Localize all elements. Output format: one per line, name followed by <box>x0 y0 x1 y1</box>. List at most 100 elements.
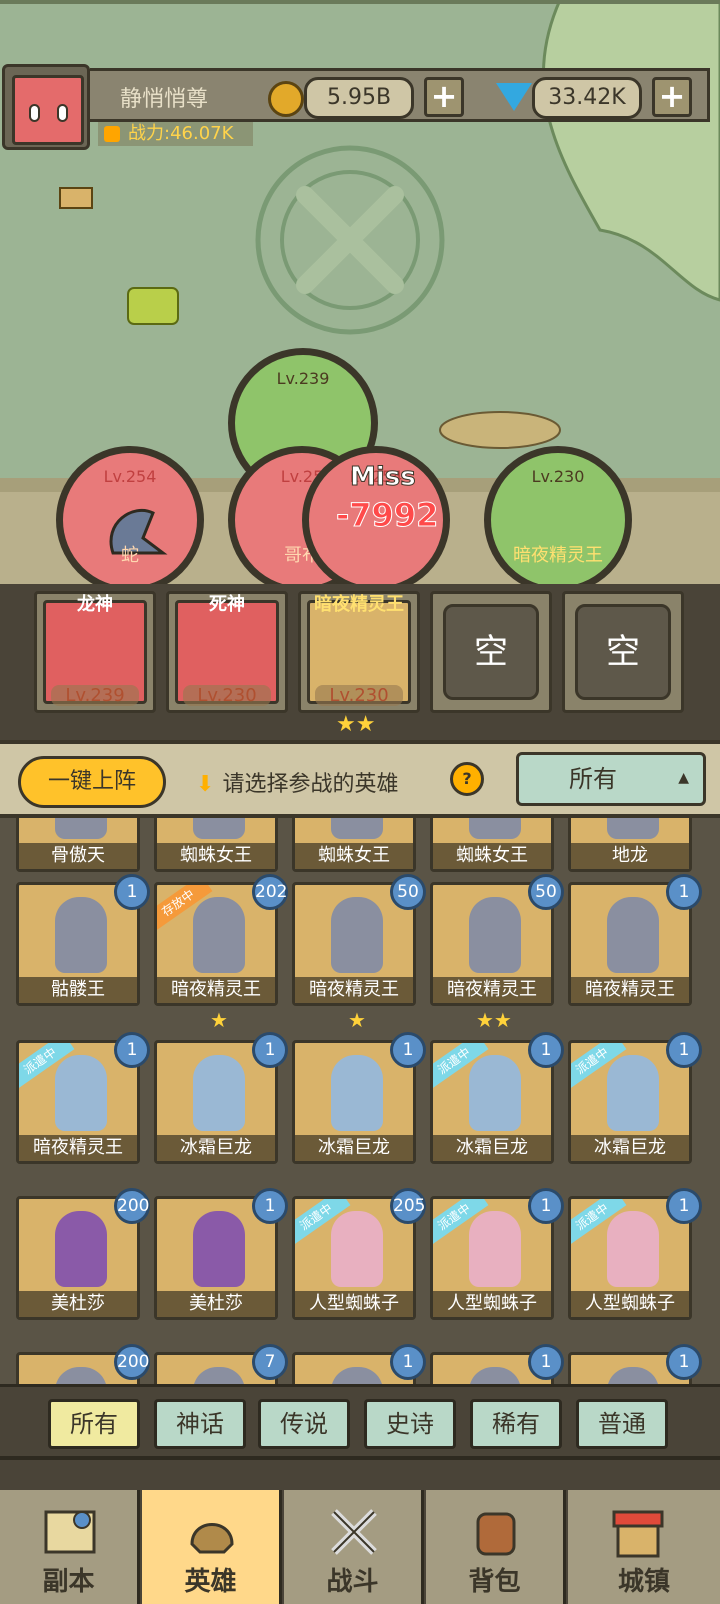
hero-name: 美杜莎 <box>19 1291 137 1317</box>
hero-name: 冰霜巨龙 <box>571 1135 689 1161</box>
arrow-down-icon: ⬇ <box>196 772 215 797</box>
power-value: 战力:46.07K <box>128 123 234 144</box>
hero-name: 人型蜘蛛子 <box>433 1291 551 1317</box>
count-badge: 1 <box>666 874 702 910</box>
player-avatar[interactable] <box>2 64 90 150</box>
hero-name: 蜘蛛女王 <box>295 843 413 869</box>
hero-figure-icon <box>193 897 245 973</box>
player-header: 静悄悄尊 5.95B + 33.42K + 战力:46.07K <box>0 62 710 150</box>
filter-value: 所有 <box>569 765 617 793</box>
count-badge: 1 <box>666 1188 702 1224</box>
hero-name: 暗夜精灵王 <box>571 977 689 1003</box>
help-icon[interactable]: ? <box>450 762 484 796</box>
nav-label: 战斗 <box>326 1567 379 1597</box>
hero-name: 暗夜精灵王 <box>433 977 551 1003</box>
slot-hero-name: 死神 <box>209 594 245 615</box>
lineup-slot-2[interactable]: 死神 Lv.230 <box>166 591 288 713</box>
rarity-tab[interactable]: 所有 <box>48 1399 140 1449</box>
rarity-tabs: 所有 神话 传说 史诗 稀有 普通 <box>0 1384 720 1456</box>
hero-name: 骨傲天 <box>19 843 137 869</box>
count-badge: 202 <box>252 874 288 910</box>
lineup-slot-1[interactable]: 龙神 Lv.239 <box>34 591 156 713</box>
nav-battle[interactable]: 战斗 <box>284 1490 424 1604</box>
lineup-slot-4[interactable]: 空 <box>430 591 552 713</box>
rarity-tab[interactable]: 稀有 <box>470 1399 562 1449</box>
empty-slot-label: 空 <box>575 604 671 700</box>
select-hero-prompt: ⬇ 请选择参战的英雄 <box>196 766 398 798</box>
hero-card[interactable]: 蜘蛛女王 <box>292 818 416 872</box>
count-badge: 1 <box>390 1032 426 1068</box>
hero-name: 人型蜘蛛子 <box>295 1291 413 1317</box>
nav-town[interactable]: 城镇 <box>568 1490 720 1604</box>
nav-label: 城镇 <box>617 1567 670 1597</box>
rarity-tab[interactable]: 传说 <box>258 1399 350 1449</box>
unit-level: Lv.254 <box>103 467 157 486</box>
gold-coin-icon <box>268 81 304 117</box>
star-rating: ★ <box>210 1008 228 1032</box>
count-badge: 200 <box>114 1344 150 1380</box>
hero-figure-icon <box>469 1367 521 1384</box>
hero-figure-icon <box>193 1211 245 1287</box>
hero-figure-icon <box>55 1055 107 1131</box>
hero-name: 冰霜巨龙 <box>157 1135 275 1161</box>
hero-figure-icon <box>607 1367 659 1384</box>
rarity-tab[interactable]: 普通 <box>576 1399 668 1449</box>
hero-figure-icon <box>55 897 107 973</box>
hero-figure-icon <box>607 1211 659 1287</box>
rarity-tab[interactable]: 神话 <box>154 1399 246 1449</box>
helmet-icon <box>190 1523 234 1554</box>
count-badge: 50 <box>390 874 426 910</box>
lineup-slot-5[interactable]: 空 <box>562 591 684 713</box>
add-gem-button[interactable]: + <box>652 77 692 117</box>
hero-figure-icon <box>607 897 659 973</box>
count-badge: 205 <box>390 1188 426 1224</box>
lineup-slot-3[interactable]: 暗夜精灵王 Lv.230 <box>298 591 420 713</box>
diamond-icon <box>496 83 532 111</box>
count-badge: 1 <box>114 874 150 910</box>
nav-heroes[interactable]: 英雄 <box>142 1490 282 1604</box>
add-gold-button[interactable]: + <box>424 77 464 117</box>
star-rating: ★ <box>348 1008 366 1032</box>
caret-up-icon: ▲ <box>678 770 689 786</box>
hero-card[interactable]: 蜘蛛女王 <box>154 818 278 872</box>
count-badge: 1 <box>528 1188 564 1224</box>
power-display: 战力:46.07K <box>98 122 254 146</box>
hero-figure-icon <box>55 818 107 839</box>
count-badge: 1 <box>252 1188 288 1224</box>
hero-figure-icon <box>607 818 659 839</box>
hero-name: 美杜莎 <box>157 1291 275 1317</box>
hero-figure-icon <box>331 897 383 973</box>
count-badge: 50 <box>528 874 564 910</box>
count-badge: 200 <box>114 1188 150 1224</box>
hero-card[interactable]: 骨傲天 <box>16 818 140 872</box>
hero-figure-icon <box>193 1055 245 1131</box>
hero-roster[interactable]: 骨傲天 蜘蛛女王 蜘蛛女王 蜘蛛女王 地龙 骷髅王 1 存放中 暗夜精灵王 202 ★ 暗夜精灵王 50… <box>0 818 720 1384</box>
auto-deploy-button[interactable]: 一键上阵 <box>18 756 166 808</box>
hero-figure-icon <box>469 1211 521 1287</box>
hero-name: 暗夜精灵王 <box>295 977 413 1003</box>
hero-figure-icon <box>55 1211 107 1287</box>
hero-name: 冰霜巨龙 <box>433 1135 551 1161</box>
nav-backpack[interactable]: 背包 <box>426 1490 566 1604</box>
avatar-face-icon <box>12 75 84 145</box>
filter-dropdown[interactable]: 所有 ▲ <box>516 752 706 806</box>
rarity-tab[interactable]: 史诗 <box>364 1399 456 1449</box>
hero-name: 暗夜精灵王 <box>19 1135 137 1161</box>
miss-text: Miss <box>350 462 417 493</box>
battle-scene: 静悄悄尊 5.95B + 33.42K + 战力:46.07K Lv.239 L… <box>0 0 720 600</box>
player-name: 静悄悄尊 <box>120 87 209 112</box>
star-rating: ★★ <box>476 1008 512 1032</box>
slot-hero-level: Lv.230 <box>315 685 403 706</box>
gem-amount: 33.42K <box>532 77 642 119</box>
count-badge: 1 <box>528 1032 564 1068</box>
nav-dungeon[interactable]: 副本 <box>0 1490 140 1604</box>
empty-slot-label: 空 <box>443 604 539 700</box>
enemy-unit: Lv.254 蛇 <box>56 446 204 594</box>
hero-card[interactable]: 地龙 <box>568 818 692 872</box>
hero-name: 人型蜘蛛子 <box>571 1291 689 1317</box>
swords-icon <box>331 1509 377 1555</box>
control-bar: 一键上阵 ⬇ 请选择参战的英雄 ? 所有 ▲ <box>0 740 720 818</box>
hero-name: 蜘蛛女王 <box>157 843 275 869</box>
hero-card[interactable]: 蜘蛛女王 <box>430 818 554 872</box>
hero-figure-icon <box>469 1055 521 1131</box>
